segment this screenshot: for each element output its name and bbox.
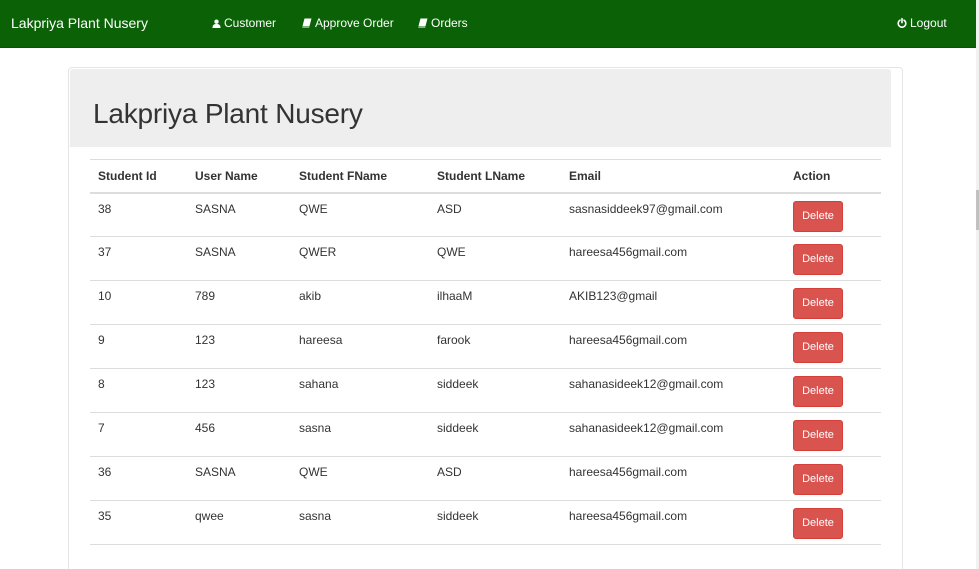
delete-button[interactable]: Delete [793,508,843,539]
cell-user-name: 123 [187,324,291,369]
page-title: Lakpriya Plant Nusery [93,98,363,129]
nav-approve-order[interactable]: Approve Order [302,16,394,30]
cell-email: hareesa456gmail.com [561,456,785,501]
cell-action: Delete [785,368,881,413]
cell-student-fname: sahana [291,368,429,413]
cell-user-name: 789 [187,280,291,325]
cell-user-name: qwee [187,500,291,545]
cell-action: Delete [785,192,881,237]
cell-student-id: 8 [90,368,187,413]
table-row: 37 SASNA QWER QWE hareesa456gmail.com De… [90,236,881,281]
brand-link[interactable]: Lakpriya Plant Nusery [11,15,148,31]
cell-student-lname: siddeek [429,368,561,413]
cell-student-fname: sasna [291,412,429,457]
cell-email: sahanasideek12@gmail.com [561,412,785,457]
user-icon [212,19,221,28]
book-icon [418,18,428,28]
cell-email: hareesa456gmail.com [561,236,785,281]
nav-customer-label: Customer [224,16,277,30]
cell-email: sahanasideek12@gmail.com [561,368,785,413]
cell-student-fname: akib [291,280,429,325]
cell-student-id: 36 [90,456,187,501]
nav-orders[interactable]: Orders [418,16,468,30]
cell-student-lname: siddeek [429,412,561,457]
delete-button[interactable]: Delete [793,288,843,319]
delete-button[interactable]: Delete [793,464,843,495]
cell-student-fname: QWE [291,192,429,237]
cell-student-id: 7 [90,412,187,457]
cell-student-id: 37 [90,236,187,281]
table-row: 36 SASNA QWE ASD hareesa456gmail.com Del… [90,456,881,501]
cell-user-name: SASNA [187,192,291,237]
cell-student-id: 38 [90,192,187,237]
cell-student-fname: QWER [291,236,429,281]
cell-student-fname: hareesa [291,324,429,369]
column-header-student-lname: Student LName [429,159,561,194]
cell-student-id: 35 [90,500,187,545]
cell-student-lname: farook [429,324,561,369]
table-header-row: Student Id User Name Student FName Stude… [90,159,881,194]
cell-student-fname: QWE [291,456,429,501]
delete-button[interactable]: Delete [793,244,843,275]
cell-email: AKIB123@gmail [561,280,785,325]
table-row: 38 SASNA QWE ASD sasnasiddeek97@gmail.co… [90,192,881,237]
top-navbar: Lakpriya Plant Nusery Customer Approve O… [0,0,976,48]
delete-button[interactable]: Delete [793,200,843,232]
table-row: 9 123 hareesa farook hareesa456gmail.com… [90,324,881,369]
power-icon [897,18,907,28]
logout-label: Logout [910,16,947,30]
cell-action: Delete [785,280,881,325]
cell-student-lname: ASD [429,456,561,501]
cell-student-lname: siddeek [429,500,561,545]
cell-email: hareesa456gmail.com [561,324,785,369]
table-row: 7 456 sasna siddeek sahanasideek12@gmail… [90,412,881,457]
table-row: 10 789 akib ilhaaM AKIB123@gmail Delete [90,280,881,325]
cell-user-name: SASNA [187,236,291,281]
column-header-email: Email [561,159,785,194]
cell-action: Delete [785,412,881,457]
column-header-user-name: User Name [187,159,291,194]
cell-student-fname: sasna [291,500,429,545]
students-table: Student Id User Name Student FName Stude… [90,159,881,545]
nav-approve-order-label: Approve Order [315,16,394,30]
book-icon [302,18,312,28]
delete-button[interactable]: Delete [793,376,843,407]
cell-student-id: 10 [90,280,187,325]
content-panel: Lakpriya Plant Nusery Student Id User Na… [68,67,903,569]
column-header-student-id: Student Id [90,159,187,194]
table-row: 35 qwee sasna siddeek hareesa456gmail.co… [90,500,881,545]
column-header-student-fname: Student FName [291,159,429,194]
delete-button[interactable]: Delete [793,332,843,363]
cell-student-id: 9 [90,324,187,369]
cell-action: Delete [785,500,881,545]
logout-link[interactable]: Logout [897,16,947,30]
cell-student-lname: QWE [429,236,561,281]
cell-student-lname: ASD [429,192,561,237]
cell-student-lname: ilhaaM [429,280,561,325]
cell-user-name: SASNA [187,456,291,501]
table-row: 8 123 sahana siddeek sahanasideek12@gmai… [90,368,881,413]
cell-email: hareesa456gmail.com [561,500,785,545]
jumbotron: Lakpriya Plant Nusery [70,69,891,147]
nav-customer[interactable]: Customer [212,16,276,30]
cell-action: Delete [785,456,881,501]
cell-action: Delete [785,324,881,369]
cell-email: sasnasiddeek97@gmail.com [561,192,785,237]
cell-user-name: 123 [187,368,291,413]
cell-user-name: 456 [187,412,291,457]
column-header-action: Action [785,159,881,194]
nav-orders-label: Orders [431,16,468,30]
delete-button[interactable]: Delete [793,420,843,451]
cell-action: Delete [785,236,881,281]
